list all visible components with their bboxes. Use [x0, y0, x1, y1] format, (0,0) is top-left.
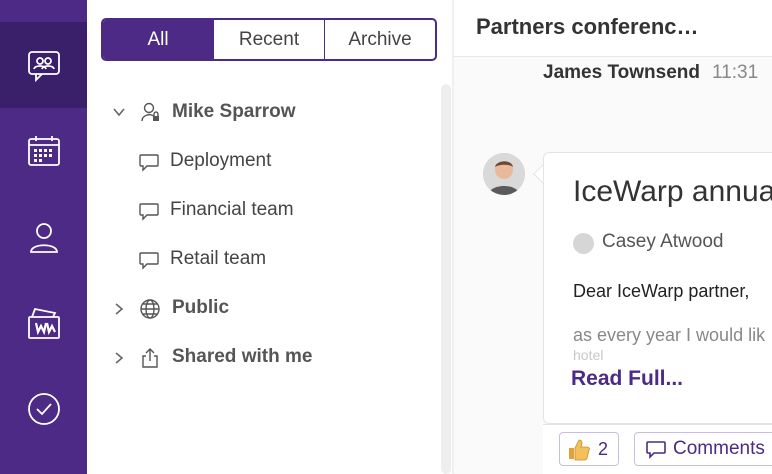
message-card[interactable]: IceWarp annua Casey Atwood Dear IceWarp … — [543, 152, 772, 424]
list-scrollbar[interactable] — [441, 84, 451, 474]
rail-chat-button[interactable] — [0, 22, 87, 108]
rail-files-button[interactable] — [0, 280, 87, 366]
tab-all[interactable]: All — [103, 20, 214, 59]
conversation-header: Partners conferenc… — [454, 0, 772, 57]
chevron-right-icon[interactable] — [112, 351, 126, 365]
rail-tasks-button[interactable] — [0, 366, 87, 452]
tree-shared-label[interactable]: Shared with me — [172, 346, 312, 368]
card-body: as every year I would lik — [573, 325, 766, 345]
like-button[interactable]: 2 — [559, 432, 619, 466]
author-avatar — [573, 233, 594, 254]
conversation-icon — [138, 200, 160, 222]
conversation-panel: Partners conferenc… James Townsend 11:31… — [454, 0, 772, 474]
chat-icon — [27, 51, 60, 83]
conversation-list-panel: All Recent Archive Mike Sparrow Deployme… — [87, 0, 453, 474]
tree-public-label[interactable]: Public — [172, 297, 229, 319]
room-item-retail-team[interactable]: Retail team — [170, 248, 266, 270]
message-sender: James Townsend — [543, 62, 700, 83]
conversation-icon — [138, 249, 160, 271]
comment-icon — [646, 441, 666, 459]
tree-owner-label[interactable]: Mike Sparrow — [172, 101, 296, 123]
card-greeting: Dear IceWarp partner, — [573, 281, 750, 301]
conversation-icon — [138, 151, 160, 173]
tab-archive[interactable]: Archive — [325, 20, 435, 59]
card-title: IceWarp annua — [573, 175, 772, 208]
files-icon — [27, 307, 60, 339]
room-item-deployment[interactable]: Deployment — [170, 150, 271, 172]
contact-icon — [29, 223, 58, 253]
read-full-link[interactable]: Read Full... — [571, 367, 683, 391]
conversation-title: Partners conferenc… — [476, 14, 699, 39]
room-item-financial-team[interactable]: Financial team — [170, 199, 294, 221]
comments-label: Comments — [673, 438, 765, 459]
message-time: 11:31 — [712, 62, 759, 83]
card-author: Casey Atwood — [602, 231, 724, 252]
thumbs-up-icon — [569, 439, 590, 461]
filter-segmented-control: All Recent Archive — [101, 18, 437, 61]
chevron-right-icon[interactable] — [112, 302, 126, 316]
share-icon — [139, 347, 161, 369]
chevron-down-icon[interactable] — [112, 105, 126, 119]
like-count: 2 — [598, 438, 609, 459]
calendar-icon — [27, 136, 60, 166]
tab-recent[interactable]: Recent — [214, 20, 325, 59]
card-body-cut: hotel — [573, 347, 604, 363]
globe-icon — [139, 298, 161, 320]
private-user-icon — [139, 101, 161, 123]
tasks-icon — [27, 393, 60, 425]
avatar[interactable] — [483, 153, 525, 195]
rail-calendar-button[interactable] — [0, 108, 87, 194]
comments-button[interactable]: Comments — [634, 432, 772, 466]
app-rail — [0, 0, 87, 474]
rail-contacts-button[interactable] — [0, 194, 87, 280]
